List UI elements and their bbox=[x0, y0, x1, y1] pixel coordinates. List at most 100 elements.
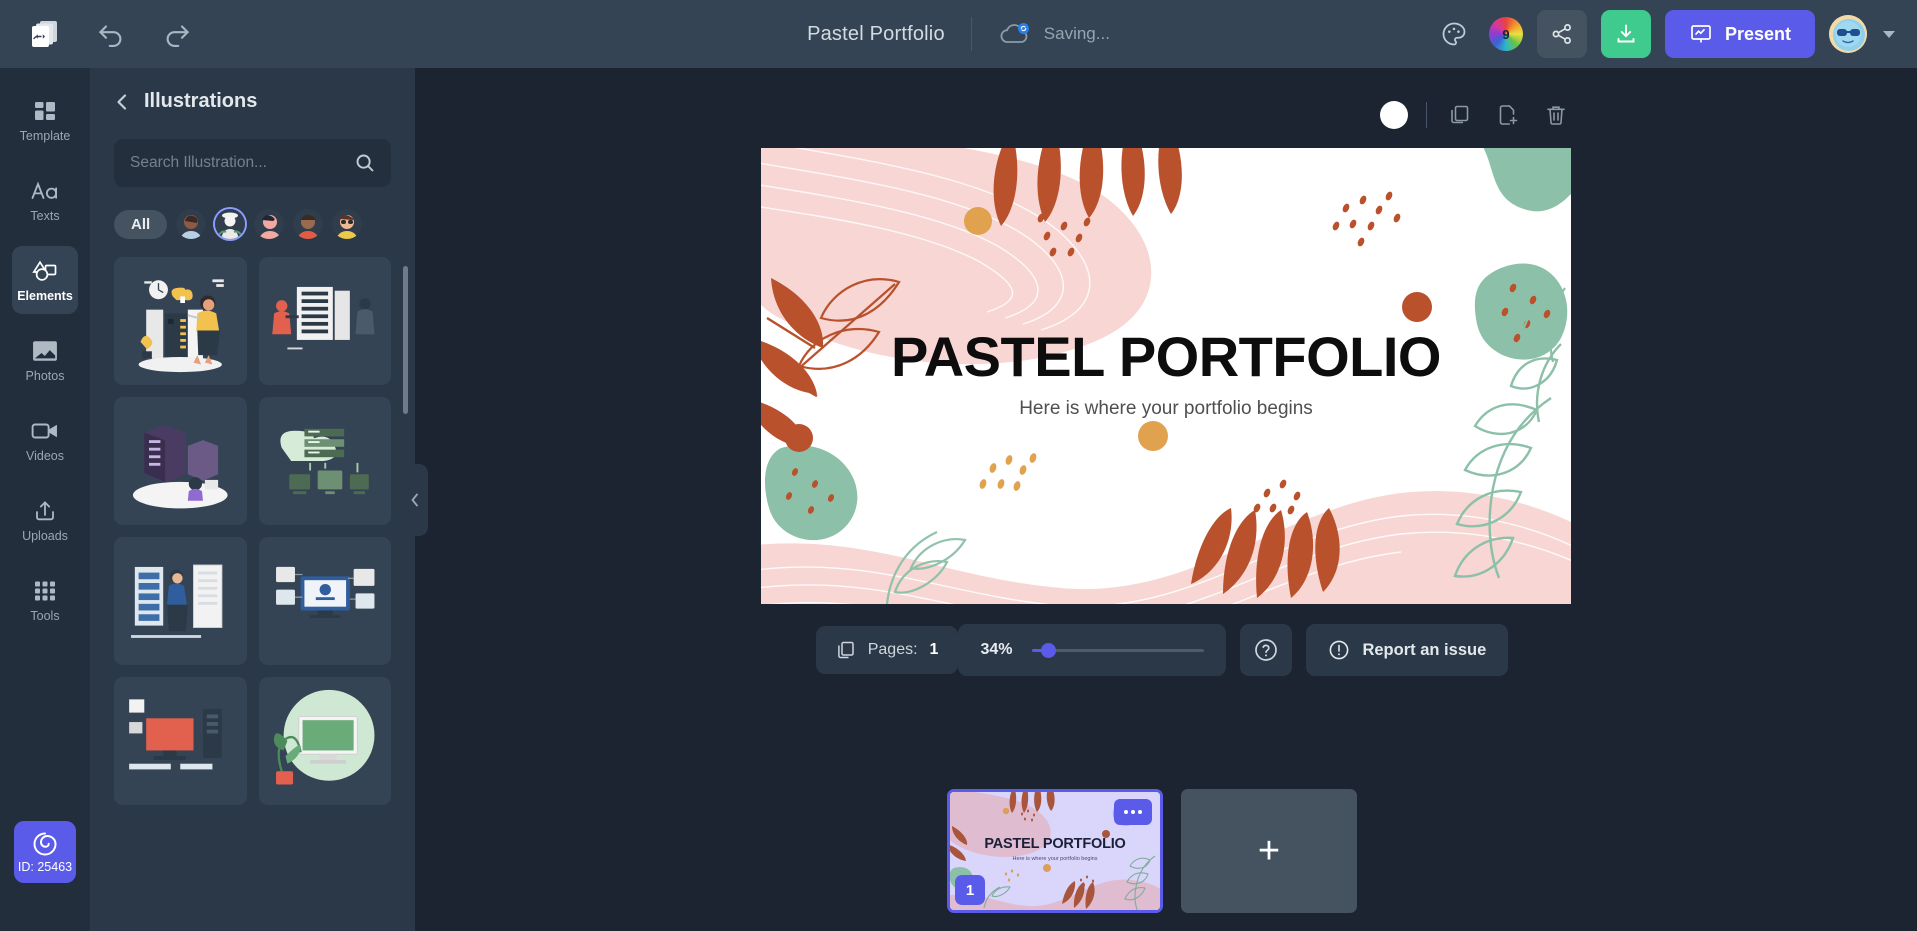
sidebar-item-uploads[interactable]: Uploads bbox=[12, 486, 78, 554]
slides-logo-icon[interactable] bbox=[22, 11, 68, 57]
left-rail: Template Texts Elements Photos Videos Up… bbox=[0, 68, 90, 931]
search-icon[interactable] bbox=[355, 153, 375, 173]
slide-title: PASTEL PORTFOLIO bbox=[891, 325, 1441, 388]
shapes-icon bbox=[32, 258, 58, 284]
illustration-server-rack-people[interactable] bbox=[258, 257, 391, 385]
save-status-text: Saving... bbox=[1043, 24, 1110, 43]
undo-icon[interactable] bbox=[88, 11, 134, 57]
report-issue-button[interactable]: Report an issue bbox=[1306, 624, 1509, 676]
add-page-icon[interactable] bbox=[1493, 100, 1523, 130]
app-root: Pastel Portfolio Saving... 9 Present Tem… bbox=[0, 0, 1917, 931]
zoom-value: 34% bbox=[980, 641, 1013, 658]
filter-chips: All bbox=[114, 209, 391, 239]
report-issue-label: Report an issue bbox=[1362, 640, 1487, 659]
slide-thumb-title: PASTEL PORTFOLIO bbox=[984, 836, 1126, 852]
user-avatar[interactable] bbox=[1829, 15, 1867, 53]
sidebar-label-tools: Tools bbox=[30, 608, 60, 623]
sidebar-item-elements[interactable]: Elements bbox=[12, 246, 78, 314]
canvas-toolbar bbox=[761, 94, 1571, 136]
sidebar-item-template[interactable]: Template bbox=[12, 86, 78, 154]
slide-canvas[interactable]: PASTEL PORTFOLIO Here is where your port… bbox=[761, 148, 1571, 604]
save-status-group: Saving... bbox=[998, 21, 1110, 47]
present-label: Present bbox=[1724, 23, 1791, 44]
slide-subtitle: Here is where your portfolio begins bbox=[1019, 398, 1313, 419]
slide-options-button[interactable] bbox=[1114, 799, 1152, 825]
panel-title: Illustrations bbox=[144, 90, 258, 112]
chevron-left-icon[interactable] bbox=[114, 92, 130, 112]
plus-icon: + bbox=[1257, 830, 1281, 872]
present-button[interactable]: Present bbox=[1664, 10, 1815, 58]
video-camera-icon bbox=[31, 418, 59, 444]
body: Template Texts Elements Photos Videos Up… bbox=[0, 68, 1917, 931]
canvas-controls-row: Pages: 1 34% Report an issue bbox=[798, 604, 1535, 696]
color-wheel-badge[interactable]: 9 bbox=[1488, 17, 1523, 51]
search-box[interactable] bbox=[114, 139, 391, 187]
sidebar-label-texts: Texts bbox=[30, 208, 60, 223]
more-options-dot bbox=[1131, 810, 1135, 814]
pages-count: 1 bbox=[929, 641, 939, 658]
upload-icon bbox=[33, 498, 57, 524]
illustration-server-room-woman[interactable] bbox=[114, 257, 247, 385]
sidebar-item-photos[interactable]: Photos bbox=[12, 326, 78, 394]
spiral-icon bbox=[32, 831, 58, 857]
zoom-slider-track[interactable] bbox=[1032, 642, 1205, 658]
cloud-sync-icon bbox=[998, 21, 1032, 47]
zoom-slider-handle[interactable] bbox=[1041, 642, 1057, 658]
search-input[interactable] bbox=[130, 154, 355, 172]
project-id-badge[interactable]: ID: 25463 bbox=[14, 821, 76, 883]
document-title[interactable]: Pastel Portfolio bbox=[807, 23, 945, 46]
photo-icon bbox=[32, 338, 58, 364]
sidebar-item-videos[interactable]: Videos bbox=[12, 406, 78, 474]
filter-chip-all[interactable]: All bbox=[114, 209, 168, 239]
alert-circle-icon bbox=[1330, 640, 1349, 660]
template-grid-icon bbox=[33, 98, 57, 124]
avatar-filter-3[interactable] bbox=[254, 209, 285, 239]
slide-filmstrip: PASTEL PORTFOLIO Here is where your port… bbox=[415, 783, 1917, 931]
avatar-filter-1[interactable] bbox=[176, 209, 207, 239]
panel-scrollbar[interactable] bbox=[403, 266, 408, 414]
illustration-desktop-monitors[interactable] bbox=[258, 537, 391, 665]
palette-icon[interactable] bbox=[1433, 13, 1475, 55]
zoom-control: 34% bbox=[958, 624, 1227, 676]
share-button[interactable] bbox=[1536, 10, 1587, 58]
trash-icon[interactable] bbox=[1541, 100, 1571, 130]
illustration-imac-plant-green[interactable] bbox=[258, 677, 391, 805]
panel-collapse-button[interactable] bbox=[402, 463, 428, 536]
sidebar-label-template: Template bbox=[19, 128, 71, 143]
sidebar-label-elements: Elements bbox=[17, 288, 73, 303]
top-bar-actions: 9 Present bbox=[1433, 10, 1895, 58]
background-color-swatch[interactable] bbox=[1380, 101, 1408, 129]
avatar-filter-5[interactable] bbox=[332, 209, 363, 239]
duplicate-page-icon[interactable] bbox=[1445, 100, 1475, 130]
illustration-workstation-red[interactable] bbox=[114, 677, 247, 805]
illustration-grid bbox=[114, 257, 391, 815]
presentation-screen-icon bbox=[1691, 25, 1711, 43]
avatar-filter-4[interactable] bbox=[293, 209, 324, 239]
question-circle-icon bbox=[1255, 639, 1278, 661]
pages-label: Pages: bbox=[867, 641, 918, 658]
more-options-dot bbox=[1124, 810, 1128, 814]
illustration-server-technician[interactable] bbox=[114, 537, 247, 665]
chevron-down-icon[interactable] bbox=[1883, 30, 1895, 38]
slide-thumb-subtitle: Here is where your portfolio begins bbox=[1012, 856, 1098, 862]
pages-indicator[interactable]: Pages: 1 bbox=[815, 626, 959, 674]
sidebar-item-tools[interactable]: Tools bbox=[12, 566, 78, 634]
divider bbox=[970, 17, 972, 51]
toolbar-divider bbox=[1426, 102, 1427, 128]
text-aa-icon bbox=[30, 178, 60, 204]
add-slide-button[interactable]: + bbox=[1181, 789, 1357, 913]
zoom-controls-group: 34% Report an issue bbox=[958, 624, 1534, 676]
download-button[interactable] bbox=[1600, 10, 1651, 58]
slide-number-badge: 1 bbox=[955, 875, 985, 905]
help-button[interactable] bbox=[1240, 624, 1293, 676]
sidebar-item-texts[interactable]: Texts bbox=[12, 166, 78, 234]
redo-icon[interactable] bbox=[154, 11, 200, 57]
grid-dots-icon bbox=[33, 578, 57, 604]
sidebar-label-photos: Photos bbox=[25, 368, 65, 383]
slide-thumbnail-1[interactable]: PASTEL PORTFOLIO Here is where your port… bbox=[947, 789, 1163, 913]
canvas-area: PASTEL PORTFOLIO Here is where your port… bbox=[415, 68, 1917, 783]
illustration-cloud-servers-green[interactable] bbox=[258, 397, 391, 525]
avatar-filter-2[interactable] bbox=[215, 209, 246, 239]
illustration-data-center-isometric[interactable] bbox=[114, 397, 247, 525]
sidebar-label-uploads: Uploads bbox=[22, 528, 68, 543]
